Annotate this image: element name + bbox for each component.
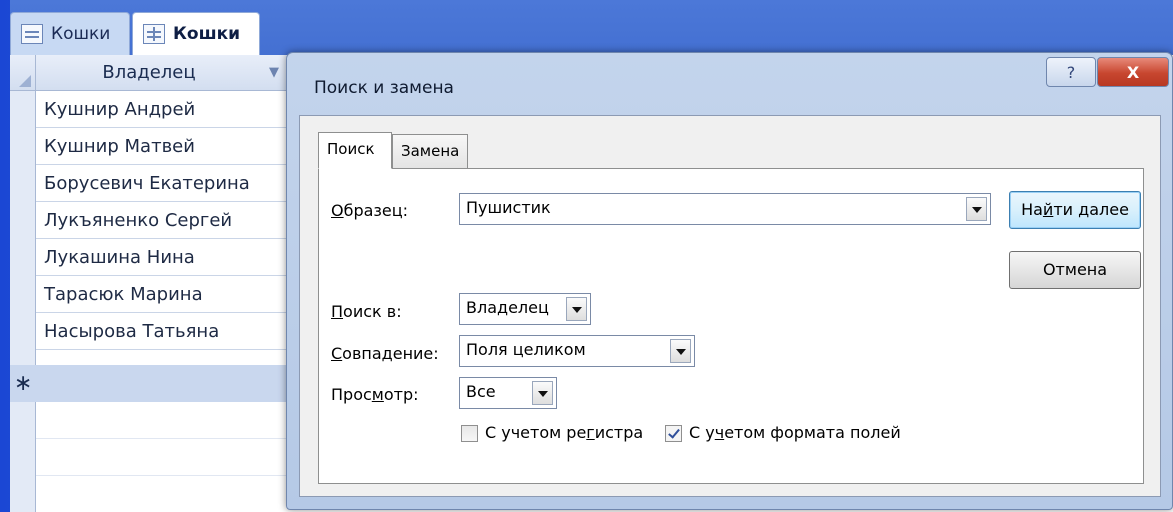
tab-cats-table[interactable]: Кошки <box>132 12 260 55</box>
match-case-checkbox[interactable] <box>461 425 478 442</box>
tab-label: Кошки <box>173 24 241 44</box>
cancel-button[interactable]: Отмена <box>1009 251 1141 289</box>
owner-cell[interactable]: Насырова Татьяна <box>44 313 219 350</box>
form-icon <box>21 24 43 44</box>
look-in-value: Владелец <box>466 298 549 317</box>
find-next-button[interactable]: Найти далее <box>1009 191 1141 229</box>
find-replace-dialog: Поиск и замена ? X Поиск Замена Образец:… <box>286 52 1173 510</box>
document-tab-strip: Кошки Кошки <box>10 0 1173 55</box>
owner-cell[interactable]: Борусевич Екатерина <box>44 165 250 202</box>
grid-header: Владелец ▼ <box>10 55 310 91</box>
select-all-corner[interactable] <box>10 55 36 91</box>
row-selector-column[interactable] <box>10 91 36 512</box>
new-record-row[interactable]: ∗ <box>10 365 310 402</box>
empty-grid-area <box>36 402 310 512</box>
owner-cell[interactable]: Тарасюк Марина <box>44 276 203 313</box>
chevron-down-icon[interactable] <box>670 339 691 363</box>
find-what-label: Образец: <box>331 201 409 220</box>
column-header-owner[interactable]: Владелец <box>36 55 262 91</box>
find-what-input[interactable]: Пушистик <box>466 194 551 224</box>
chevron-down-icon[interactable] <box>566 297 587 321</box>
find-tab-panel: Образец: Пушистик Найти далее Отмена Пои… <box>318 168 1144 484</box>
table-row[interactable]: Тарасюк МаринаР <box>36 276 311 313</box>
sort-filter-dropdown-icon[interactable]: ▼ <box>262 55 286 91</box>
owner-cell[interactable]: Лукашина Нина <box>44 239 195 276</box>
table-row[interactable]: Лукашина НинаП <box>36 239 314 276</box>
tab-find[interactable]: Поиск <box>318 132 392 169</box>
search-direction-value: Все <box>466 382 496 401</box>
table-icon <box>143 24 165 44</box>
table-row[interactable]: Борусевич ЕкатеринаП <box>36 165 314 202</box>
owner-cell[interactable]: Кушнир Матвей <box>44 128 195 165</box>
help-icon: ? <box>1066 62 1076 82</box>
chevron-down-icon[interactable] <box>966 197 987 221</box>
look-in-combobox[interactable]: Владелец <box>459 293 591 325</box>
match-case-label[interactable]: С учетом регистра <box>485 423 643 442</box>
dialog-title: Поиск и замена <box>314 78 454 98</box>
table-row[interactable]: Лукъяненко СергейВ <box>36 202 312 239</box>
search-direction-label: Просмотр: <box>331 385 419 404</box>
search-formatted-label[interactable]: С учетом формата полей <box>689 423 901 442</box>
match-label: Совпадение: <box>331 344 439 363</box>
find-what-combobox[interactable]: Пушистик <box>459 193 991 225</box>
match-combobox[interactable]: Поля целиком <box>459 335 695 367</box>
table-row[interactable]: Кушнир МатвейВ <box>36 128 312 165</box>
close-button[interactable]: X <box>1097 57 1169 87</box>
look-in-label: Поиск в: <box>331 302 402 321</box>
chevron-down-icon[interactable] <box>532 381 553 405</box>
search-formatted-checkbox[interactable] <box>665 425 682 442</box>
table-row[interactable]: Кушнир АндрейВ <box>36 91 312 128</box>
tab-replace[interactable]: Замена <box>392 134 468 169</box>
match-value: Поля целиком <box>466 340 586 359</box>
tab-label: Кошки <box>51 24 111 44</box>
search-direction-combobox[interactable]: Все <box>459 377 557 409</box>
tab-cats-form[interactable]: Кошки <box>10 12 130 55</box>
close-icon: X <box>1126 62 1140 82</box>
new-record-icon: ∗ <box>14 371 33 396</box>
grid-rows: Кушнир АндрейВ Кушнир МатвейВ Борусевич … <box>36 91 316 350</box>
owner-cell[interactable]: Лукъяненко Сергей <box>44 202 232 239</box>
dialog-client-area: Поиск Замена Образец: Пушистик Найти дал… <box>299 115 1161 497</box>
table-row[interactable]: Насырова ТатьянаМ <box>36 313 316 350</box>
help-button[interactable]: ? <box>1046 57 1096 87</box>
owner-cell[interactable]: Кушнир Андрей <box>44 91 195 128</box>
